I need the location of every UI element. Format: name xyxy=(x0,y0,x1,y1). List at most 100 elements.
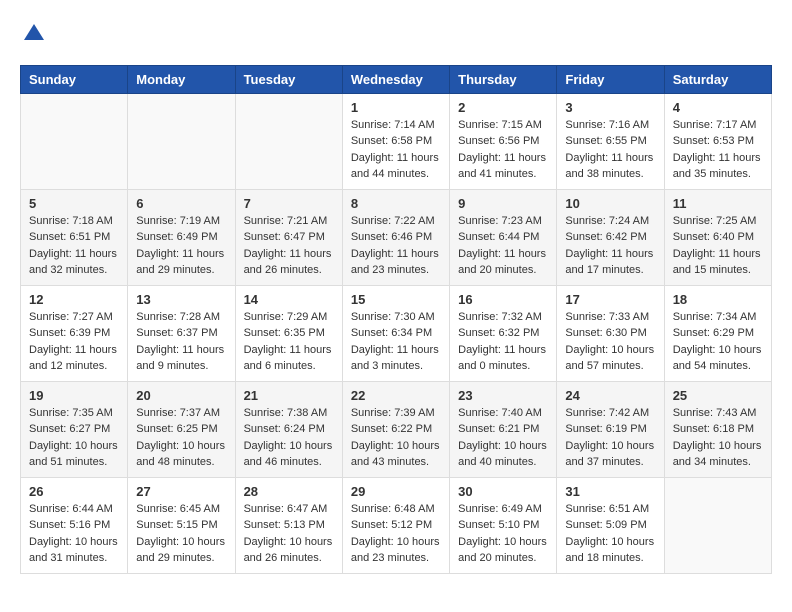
calendar-day-cell: 8Sunrise: 7:22 AMSunset: 6:46 PMDaylight… xyxy=(342,189,449,285)
sunrise-text: Sunrise: 7:33 AM xyxy=(565,311,649,323)
day-info: Sunrise: 7:25 AMSunset: 6:40 PMDaylight:… xyxy=(673,213,763,279)
day-number: 21 xyxy=(244,388,334,403)
sunrise-text: Sunrise: 7:40 AM xyxy=(458,407,542,419)
day-number: 31 xyxy=(565,484,655,499)
sunrise-text: Sunrise: 7:37 AM xyxy=(136,407,220,419)
daylight-text: Daylight: 10 hours and 43 minutes. xyxy=(351,440,440,469)
day-info: Sunrise: 7:18 AMSunset: 6:51 PMDaylight:… xyxy=(29,213,119,279)
day-number: 27 xyxy=(136,484,226,499)
day-number: 8 xyxy=(351,196,441,211)
sunset-text: Sunset: 6:40 PM xyxy=(673,231,754,243)
daylight-text: Daylight: 11 hours and 26 minutes. xyxy=(244,248,332,277)
calendar-day-cell xyxy=(235,93,342,189)
sunset-text: Sunset: 6:25 PM xyxy=(136,423,217,435)
day-number: 20 xyxy=(136,388,226,403)
daylight-text: Daylight: 11 hours and 12 minutes. xyxy=(29,344,117,373)
calendar-day-cell: 10Sunrise: 7:24 AMSunset: 6:42 PMDayligh… xyxy=(557,189,664,285)
sunset-text: Sunset: 6:30 PM xyxy=(565,327,646,339)
sunset-text: Sunset: 6:37 PM xyxy=(136,327,217,339)
daylight-text: Daylight: 11 hours and 3 minutes. xyxy=(351,344,439,373)
calendar-day-cell: 1Sunrise: 7:14 AMSunset: 6:58 PMDaylight… xyxy=(342,93,449,189)
day-info: Sunrise: 7:28 AMSunset: 6:37 PMDaylight:… xyxy=(136,309,226,375)
daylight-text: Daylight: 11 hours and 32 minutes. xyxy=(29,248,117,277)
sunrise-text: Sunrise: 6:44 AM xyxy=(29,503,113,515)
sunrise-text: Sunrise: 7:43 AM xyxy=(673,407,757,419)
logo-icon xyxy=(22,20,46,44)
day-number: 2 xyxy=(458,100,548,115)
calendar-day-cell: 13Sunrise: 7:28 AMSunset: 6:37 PMDayligh… xyxy=(128,285,235,381)
sunset-text: Sunset: 5:09 PM xyxy=(565,519,646,531)
daylight-text: Daylight: 11 hours and 6 minutes. xyxy=(244,344,332,373)
calendar-day-cell: 11 Sunrise: 7:25 AMSunset: 6:40 PMDayligh… xyxy=(664,189,771,285)
day-info: Sunrise: 7:24 AMSunset: 6:42 PMDaylight:… xyxy=(565,213,655,279)
sunset-text: Sunset: 6:58 PM xyxy=(351,135,432,147)
daylight-text: Daylight: 10 hours and 34 minutes. xyxy=(673,440,762,469)
sunrise-text: Sunrise: 7:27 AM xyxy=(29,311,113,323)
calendar-day-cell: 4Sunrise: 7:17 AMSunset: 6:53 PMDaylight… xyxy=(664,93,771,189)
day-info: Sunrise: 7:33 AM Sunset: 6:30 PM Daylight:… xyxy=(565,309,655,375)
day-info: Sunrise: 6:44 AMSunset: 5:16 PMDaylight:… xyxy=(29,501,119,567)
day-number: 12 xyxy=(29,292,119,307)
day-number: 18 xyxy=(673,292,763,307)
day-info: Sunrise: 7:35 AMSunset: 6:27 PMDaylight:… xyxy=(29,405,119,471)
sunset-text: Sunset: 6:35 PM xyxy=(244,327,325,339)
day-of-week-header: Tuesday xyxy=(235,65,342,93)
sunset-text: Sunset: 6:27 PM xyxy=(29,423,110,435)
calendar-day-cell: 29Sunrise: 6:48 AMSunset: 5:12 PMDayligh… xyxy=(342,477,449,573)
day-info: Sunrise: 7:29 AMSunset: 6:35 PMDaylight:… xyxy=(244,309,334,375)
sunset-text: Sunset: 6:42 PM xyxy=(565,231,646,243)
calendar-week-row: 1 Sunrise: 7:14 AM Sunset: 6:58 PM Daylight… xyxy=(21,93,772,189)
daylight-text: Daylight: 11 hours and 9 minutes. xyxy=(136,344,224,373)
sunrise-text: Sunrise: 7:35 AM xyxy=(29,407,113,419)
sunset-text: Sunset: 6:56 PM xyxy=(458,135,539,147)
daylight-text: Daylight: 11 hours and 17 minutes. xyxy=(565,248,653,277)
sunset-text: Sunset: 6:34 PM xyxy=(351,327,432,339)
calendar-table: SundayMondayTuesdayWednesdayThursdayFrid… xyxy=(20,65,772,574)
calendar-day-cell xyxy=(21,93,128,189)
calendar-day-cell: 3Sunrise: 7:16 AMSunset: 6:55 PMDaylight… xyxy=(557,93,664,189)
calendar-day-cell: 15Sunrise: 7:30 AMSunset: 6:34 PMDayligh… xyxy=(342,285,449,381)
sunset-text: Sunset: 6:55 PM xyxy=(565,135,646,147)
day-info: Sunrise: 6:49 AMSunset: 5:10 PMDaylight:… xyxy=(458,501,548,567)
sunset-text: Sunset: 6:19 PM xyxy=(565,423,646,435)
sunrise-text: Sunrise: 7:17 AM xyxy=(673,119,757,131)
sunrise-text: Sunrise: 6:47 AM xyxy=(244,503,328,515)
sunrise-text: Sunrise: 7:21 AM xyxy=(244,215,328,227)
day-info: Sunrise: 7:42 AMSunset: 6:19 PMDaylight:… xyxy=(565,405,655,471)
sunset-text: Sunset: 6:32 PM xyxy=(458,327,539,339)
calendar-day-cell: 9Sunrise: 7:23 AMSunset: 6:44 PMDaylight… xyxy=(450,189,557,285)
day-number: 25 xyxy=(673,388,763,403)
day-info: Sunrise: 7:30 AMSunset: 6:34 PMDaylight:… xyxy=(351,309,441,375)
day-number: 30 xyxy=(458,484,548,499)
daylight-text: Daylight: 11 hours and 35 minutes. xyxy=(673,152,761,181)
sunrise-text: Sunrise: 6:51 AM xyxy=(565,503,649,515)
day-of-week-header: Thursday xyxy=(450,65,557,93)
day-number: 11 xyxy=(673,196,763,211)
day-info: Sunrise: 7:39 AMSunset: 6:22 PMDaylight:… xyxy=(351,405,441,471)
day-info: Sunrise: 6:48 AM Sunset: 5:12 PM Daylight:… xyxy=(351,501,441,567)
day-of-week-header: Wednesday xyxy=(342,65,449,93)
sunrise-text: Sunrise: 7:14 AM xyxy=(351,119,435,131)
calendar-week-row: 5Sunrise: 7:18 AMSunset: 6:51 PMDaylight… xyxy=(21,189,772,285)
sunset-text: Sunset: 6:46 PM xyxy=(351,231,432,243)
sunset-text: Sunset: 6:18 PM xyxy=(673,423,754,435)
sunset-text: Sunset: 5:16 PM xyxy=(29,519,110,531)
calendar-day-cell xyxy=(664,477,771,573)
day-number: 1 xyxy=(351,100,441,115)
sunrise-text: Sunrise: 7:34 AM xyxy=(673,311,757,323)
daylight-text: Daylight: 10 hours and 57 minutes. xyxy=(565,344,654,373)
sunset-text: Sunset: 6:29 PM xyxy=(673,327,754,339)
sunset-text: Sunset: 5:12 PM xyxy=(351,519,432,531)
sunrise-text: Sunrise: 6:48 AM xyxy=(351,503,435,515)
daylight-text: Daylight: 10 hours and 54 minutes. xyxy=(673,344,762,373)
sunrise-text: Sunrise: 7:32 AM xyxy=(458,311,542,323)
day-info: Sunrise: 7:40 AMSunset: 6:21 PMDaylight:… xyxy=(458,405,548,471)
daylight-text: Daylight: 10 hours and 23 minutes. xyxy=(351,536,440,565)
day-number: 16 xyxy=(458,292,548,307)
day-number: 7 xyxy=(244,196,334,211)
calendar-day-cell: 18 Sunrise: 7:34 AM Sunset: 6:29 PM Dayligh… xyxy=(664,285,771,381)
page-header xyxy=(20,20,772,49)
sunset-text: Sunset: 6:24 PM xyxy=(244,423,325,435)
sunrise-text: Sunrise: 7:18 AM xyxy=(29,215,113,227)
day-number: 26 xyxy=(29,484,119,499)
